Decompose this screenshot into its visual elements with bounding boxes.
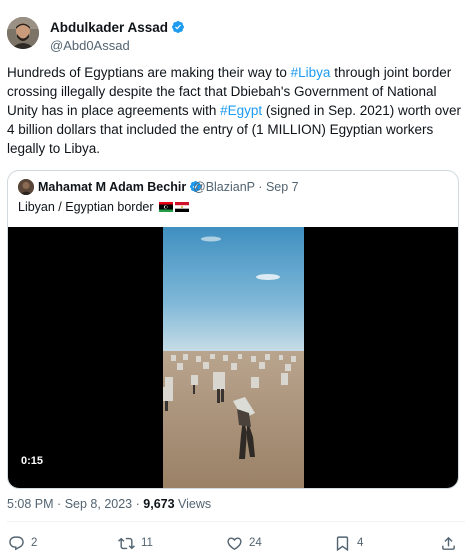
share-button[interactable] bbox=[440, 532, 457, 554]
reply-count: 2 bbox=[31, 537, 38, 549]
tweet-time[interactable]: 5:08 PM bbox=[7, 497, 54, 511]
tweet-meta: 5:08 PM · Sep 8, 2023 · 9,673 Views bbox=[7, 497, 211, 511]
views-count[interactable]: 9,673 bbox=[143, 497, 174, 511]
bookmark-icon[interactable] bbox=[334, 535, 351, 552]
like-count: 24 bbox=[249, 537, 262, 549]
quoted-meta: @BlazianP · Sep 7 bbox=[193, 180, 299, 194]
quoted-author-avatar[interactable] bbox=[18, 179, 34, 195]
retweet-button[interactable]: 11 bbox=[118, 532, 153, 554]
quoted-tweet-card[interactable]: Mahamat M Adam Bechir @BlazianP · Sep 7 … bbox=[7, 170, 459, 489]
author-handle[interactable]: @Abd0Assad bbox=[50, 38, 130, 53]
video-frame[interactable] bbox=[163, 227, 304, 488]
bookmark-button[interactable]: 4 bbox=[334, 532, 363, 554]
quoted-date[interactable]: Sep 7 bbox=[266, 180, 299, 194]
reply-icon[interactable] bbox=[8, 535, 25, 552]
bookmark-count: 4 bbox=[357, 537, 364, 549]
views-label[interactable]: Views bbox=[178, 497, 211, 511]
quoted-author-handle[interactable]: @BlazianP bbox=[193, 180, 255, 194]
quoted-text-label: Libyan / Egyptian border bbox=[18, 200, 154, 214]
meta-separator: · bbox=[135, 497, 140, 511]
quoted-author-name-text[interactable]: Mahamat M Adam Bechir bbox=[38, 180, 186, 194]
hashtag-libya-link[interactable]: #Libya bbox=[291, 65, 331, 80]
quoted-author-name[interactable]: Mahamat M Adam Bechir bbox=[38, 180, 202, 196]
author-name-row[interactable]: Abdulkader Assad bbox=[50, 20, 185, 37]
tweet-text-segment: Hundreds of Egyptians are making their w… bbox=[7, 65, 291, 80]
divider bbox=[7, 521, 465, 522]
flag-libya-icon bbox=[159, 201, 173, 212]
flag-egypt-icon bbox=[175, 201, 189, 212]
video-timestamp: 0:15 bbox=[16, 454, 49, 468]
meta-separator: · bbox=[57, 497, 62, 511]
author-avatar[interactable] bbox=[7, 17, 39, 49]
like-icon[interactable] bbox=[226, 535, 243, 552]
share-icon[interactable] bbox=[440, 535, 457, 552]
quoted-tweet-text: Libyan / Egyptian border bbox=[18, 200, 189, 214]
tweet-date[interactable]: Sep 8, 2023 bbox=[65, 497, 132, 511]
verified-badge-icon[interactable] bbox=[171, 20, 185, 37]
tweet-text: Hundreds of Egyptians are making their w… bbox=[7, 63, 465, 158]
like-button[interactable]: 24 bbox=[226, 532, 262, 554]
author-name[interactable]: Abdulkader Assad bbox=[50, 20, 168, 35]
reply-button[interactable]: 2 bbox=[8, 532, 37, 554]
quoted-separator: · bbox=[258, 180, 263, 194]
action-bar: 2 11 24 4 bbox=[0, 532, 472, 554]
tweet-header: Abdulkader Assad @Abd0Assad bbox=[7, 17, 467, 57]
retweet-count: 11 bbox=[141, 537, 153, 549]
hashtag-egypt-link[interactable]: #Egypt bbox=[220, 103, 262, 118]
video-player[interactable]: 0:15 bbox=[8, 227, 458, 488]
retweet-icon[interactable] bbox=[118, 535, 135, 552]
